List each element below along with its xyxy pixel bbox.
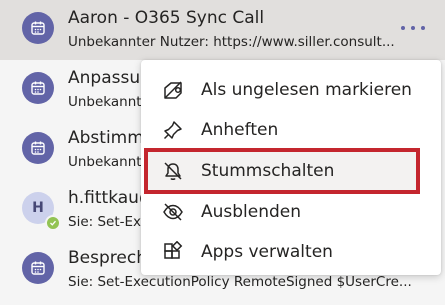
more-options-button[interactable] xyxy=(401,20,425,36)
menu-item-mark-unread[interactable]: Als ungelesen markieren xyxy=(149,70,415,110)
presence-available-badge xyxy=(45,215,61,231)
menu-item-pin[interactable]: Anheften xyxy=(149,110,415,150)
menu-item-manage-apps[interactable]: Apps verwalten xyxy=(149,232,415,272)
menu-item-label: Anheften xyxy=(201,120,279,140)
mute-bell-icon xyxy=(161,159,185,183)
more-dot xyxy=(401,26,405,30)
calendar-icon xyxy=(31,21,45,35)
meeting-avatar xyxy=(22,132,54,164)
chat-preview: Unbekannter Nutzer: https://www.siller.c… xyxy=(68,34,395,50)
calendar-icon xyxy=(31,141,45,155)
more-dot xyxy=(411,26,415,30)
chat-preview: Sie: Set-ExecutionPolicy RemoteSigned $U… xyxy=(68,274,412,290)
meeting-avatar xyxy=(22,12,54,44)
meeting-avatar xyxy=(22,72,54,104)
menu-item-label: Als ungelesen markieren xyxy=(201,80,412,100)
apps-icon xyxy=(161,240,185,264)
calendar-icon xyxy=(31,261,45,275)
hide-eye-icon xyxy=(161,200,185,224)
menu-item-label: Stummschalten xyxy=(201,161,335,181)
menu-item-hide[interactable]: Ausblenden xyxy=(149,192,415,232)
chat-preview: Unbekannt xyxy=(68,154,142,170)
menu-item-label: Apps verwalten xyxy=(201,242,333,262)
chat-context-menu: Als ungelesen markieren Anheften Stummsc… xyxy=(141,60,441,275)
menu-item-mute[interactable]: Stummschalten xyxy=(144,148,420,194)
pin-icon xyxy=(161,118,185,142)
avatar-initial: H xyxy=(32,200,44,216)
chat-title: Aaron - O365 Sync Call xyxy=(68,8,265,28)
calendar-icon xyxy=(31,81,45,95)
more-dot xyxy=(421,26,425,30)
chat-row-aaron[interactable]: Aaron - O365 Sync Call Unbekannter Nutze… xyxy=(0,0,445,60)
menu-item-label: Ausblenden xyxy=(201,202,302,222)
chat-preview: Sie: Set-Exe xyxy=(68,214,149,230)
checkmark-icon xyxy=(50,220,56,226)
chat-title: Anpassun xyxy=(68,68,151,88)
meeting-avatar xyxy=(22,252,54,284)
chat-preview: Unbekannt xyxy=(68,94,142,110)
mark-unread-icon xyxy=(161,78,185,102)
